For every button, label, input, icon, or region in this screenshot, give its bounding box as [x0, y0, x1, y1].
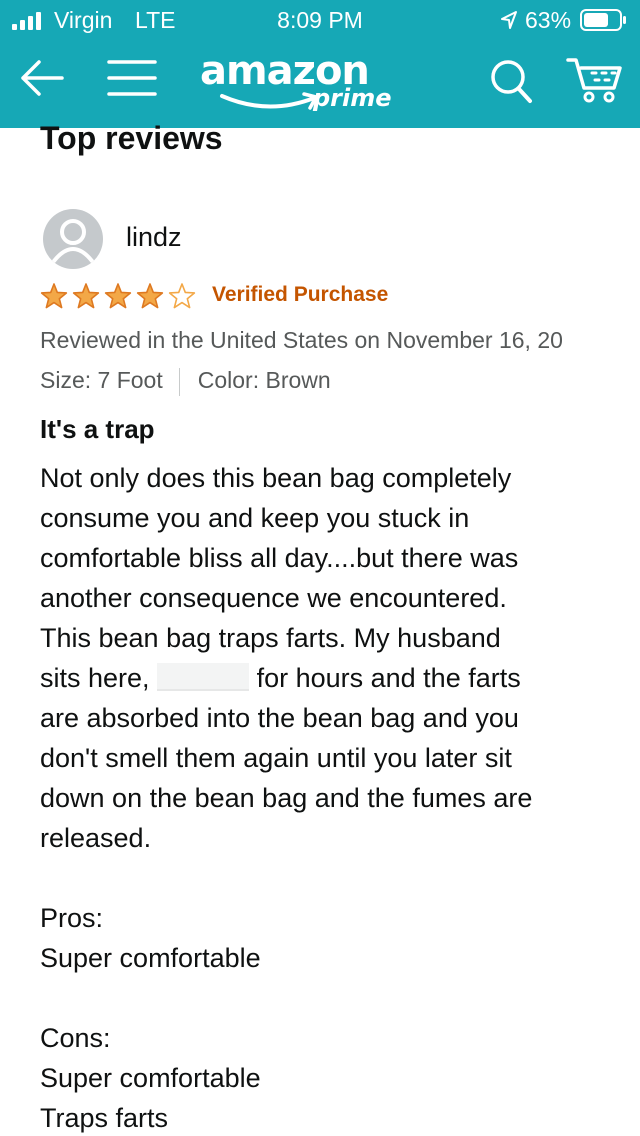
status-bar: Virgin LTE 8:09 PM 63% [0, 0, 640, 40]
body-line: are absorbed into the bean bag and you [40, 703, 519, 733]
amazon-prime-logo[interactable]: amazon prime [198, 48, 403, 118]
battery-percent: 63% [525, 7, 572, 33]
body-line: This bean bag traps farts. My husband [40, 623, 501, 653]
star-filled-icon [72, 283, 100, 309]
pros-item: Super comfortable [40, 943, 261, 973]
cons-label: Cons: [40, 1023, 111, 1053]
cart-icon[interactable] [566, 56, 624, 104]
verified-purchase-badge: Verified Purchase [212, 283, 389, 306]
battery-icon [580, 9, 626, 31]
menu-icon[interactable] [106, 57, 158, 99]
body-line: sits here, for hours and the farts [40, 658, 640, 698]
search-icon[interactable] [489, 58, 533, 104]
body-line: consume you and keep you stuck in [40, 503, 470, 533]
app-header: Virgin LTE 8:09 PM 63% amazon prime [0, 0, 640, 128]
body-line: released. [40, 823, 152, 853]
star-rating[interactable] [40, 282, 200, 310]
body-line: don't smell them again until you later s… [40, 743, 512, 773]
pros-label: Pros: [40, 903, 104, 933]
variant-color: Color: Brown [197, 367, 331, 393]
cons-item: Super comfortable [40, 1063, 261, 1093]
body-line: another consequence we encountered. [40, 583, 507, 613]
body-line-part: sits here, [40, 663, 150, 693]
redacted-text [157, 663, 250, 691]
star-empty-icon [168, 283, 196, 309]
variant-divider [178, 367, 180, 396]
star-filled-icon [40, 283, 68, 309]
avatar[interactable] [43, 209, 103, 269]
back-arrow-icon[interactable] [18, 58, 64, 98]
body-line: Not only does this bean bag completely [40, 463, 512, 493]
logo-prime: prime [313, 84, 392, 112]
body-line: down on the bean bag and the fumes are [40, 783, 533, 813]
review-date: Reviewed in the United States on Novembe… [40, 327, 563, 353]
star-filled-icon [136, 283, 164, 309]
product-variant[interactable]: Size: 7 Foot Color: Brown [40, 367, 331, 396]
reviewer-name[interactable]: lindz [126, 222, 182, 253]
cons-item: Traps farts [40, 1103, 169, 1133]
nav-bar: amazon prime [0, 40, 640, 128]
smile-arrow-icon [220, 92, 318, 110]
body-line: comfortable bliss all day....but there w… [40, 543, 519, 573]
location-arrow-icon [501, 11, 517, 29]
user-icon [52, 219, 94, 263]
review-body: Not only does this bean bag completely c… [40, 458, 640, 1136]
variant-size: Size: 7 Foot [40, 367, 163, 393]
star-filled-icon [104, 283, 132, 309]
body-line-part: for hours and the farts [256, 663, 521, 693]
review-title: It's a trap [40, 414, 155, 444]
section-title: Top reviews [40, 120, 223, 156]
